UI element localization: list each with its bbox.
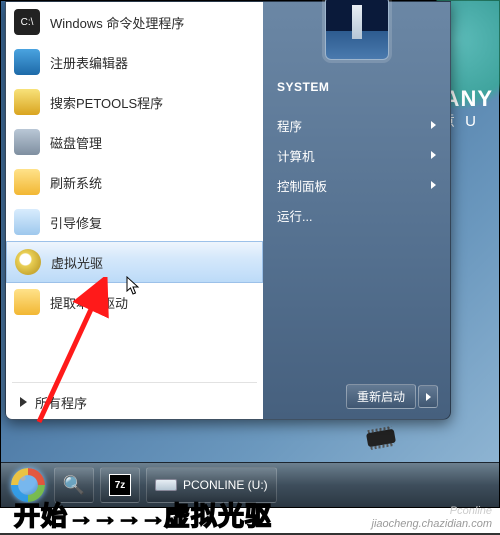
places-item-label: 程序 [277,116,302,135]
all-programs[interactable]: 所有程序 [6,385,263,419]
instruction-arrows: →→→→ [68,501,164,531]
start-item-label: Windows 命令处理程序 [50,13,184,32]
instruction-strip: 开始→→→→虚拟光驱 Pconline jiaocheng.chazidian.… [0,508,500,533]
user-name: SYSTEM [277,80,329,94]
restart-button[interactable]: 重新启动 [346,384,416,409]
instruction-start: 开始 [14,501,68,531]
start-menu-left: C:\ Windows 命令处理程序注册表编辑器搜索PETOOLS程序磁盘管理刷新… [6,2,263,419]
ico-disk-icon [14,129,40,155]
start-item-6[interactable]: 虚拟光驱 [6,241,263,283]
drive-icon [155,474,177,496]
magnifier-icon: 🔍 [63,474,85,496]
start-item-7[interactable]: 提取本机驱动 [6,282,263,322]
desktop: TIANY 天意 U C:\Windows 命令处理程序注册表编辑器搜索PETO… [0,0,500,508]
places-item-2[interactable]: 控制面板 [271,170,442,200]
ico-refresh-icon [14,169,40,195]
places-item-3[interactable]: 运行... [271,200,442,230]
7zip-icon: 7z [109,474,131,496]
watermark-bottom: jiaocheng.chazidian.com [372,518,492,530]
ico-drv-icon [14,289,40,315]
start-item-5[interactable]: 引导修复 [6,202,263,242]
all-programs-label: 所有程序 [35,393,87,412]
taskbar-button-label: PCONLINE (U:) [183,478,268,492]
start-item-2[interactable]: 搜索PETOOLS程序 [6,82,263,122]
triangle-right-icon [431,151,436,159]
watermark-top: Pconline [450,505,492,517]
restart-options-button[interactable] [418,385,438,408]
start-item-label: 引导修复 [50,213,102,232]
ico-cmd-icon: C:\ [14,9,40,35]
start-item-label: 注册表编辑器 [50,53,128,72]
triangle-right-icon [431,181,436,189]
start-item-label: 提取本机驱动 [50,293,128,312]
places-item-1[interactable]: 计算机 [271,140,442,170]
instruction-text: 开始→→→→虚拟光驱 [14,496,272,533]
ico-boot-icon [14,209,40,235]
places-item-label: 控制面板 [277,176,327,195]
places-item-label: 计算机 [277,146,315,165]
user-picture[interactable] [325,0,389,60]
places-item-0[interactable]: 程序 [271,110,442,140]
instruction-target: 虚拟光驱 [164,501,272,531]
start-menu-right: SYSTEM 程序计算机控制面板运行... 重新启动 [263,2,450,419]
start-item-label: 刷新系统 [50,173,102,192]
start-item-4[interactable]: 刷新系统 [6,162,263,202]
start-item-0[interactable]: C:\ Windows 命令处理程序 [6,2,263,42]
start-item-label: 搜索PETOOLS程序 [50,93,163,112]
restart-group: 重新启动 [346,384,438,409]
places-item-label: 运行... [277,206,312,225]
separator [12,382,257,383]
triangle-right-icon [20,397,27,407]
start-item-label: 虚拟光驱 [51,253,103,272]
chip-icon [366,429,396,448]
start-item-label: 磁盘管理 [50,133,102,152]
ico-reg-icon [14,49,40,75]
start-menu: C:\ Windows 命令处理程序注册表编辑器搜索PETOOLS程序磁盘管理刷新… [5,1,451,420]
ico-vcd-icon [15,249,41,275]
start-item-3[interactable]: 磁盘管理 [6,122,263,162]
start-item-1[interactable]: 注册表编辑器 [6,42,263,82]
ico-search-icon [14,89,40,115]
triangle-right-icon [431,121,436,129]
